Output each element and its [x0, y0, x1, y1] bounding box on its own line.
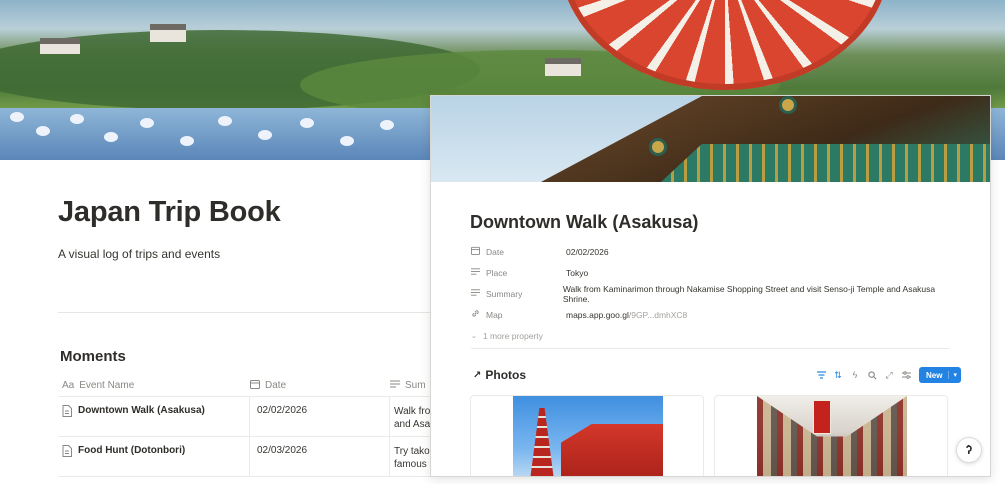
properties: Date 02/02/2026 Place Tokyo Summary Walk…	[471, 241, 951, 346]
property-map[interactable]: Map maps.app.goo.gl/9GP...dmhXC8	[471, 304, 951, 325]
table-row[interactable]: Downtown Walk (Asakusa) 02/02/2026 Walk …	[58, 397, 438, 437]
column-header-event-name[interactable]: Aa Event Name	[58, 380, 250, 391]
peek-cover	[431, 96, 990, 182]
calendar-icon	[471, 246, 480, 257]
photos-view-title[interactable]: ↗ Photos	[473, 368, 526, 382]
moments-table: Aa Event Name Date Sum Downtown Walk (As…	[58, 375, 438, 477]
help-button[interactable]: ʔ̂	[956, 437, 982, 463]
sort-icon[interactable]: ⇅	[832, 369, 844, 381]
text-lines-icon	[471, 288, 480, 299]
page-icon	[62, 445, 72, 476]
arrow-up-right-icon: ↗	[473, 369, 482, 381]
table-row[interactable]: Food Hunt (Dotonbori) 02/03/2026 Try tak…	[58, 437, 438, 477]
card-photo	[757, 396, 907, 476]
divider	[471, 348, 949, 349]
ai-assistant-icon: ʔ̂	[965, 443, 973, 457]
card-photo	[513, 396, 663, 476]
map-link[interactable]: maps.app.goo.gl	[566, 310, 629, 320]
settings-sliders-icon[interactable]	[900, 369, 912, 381]
page-icon	[62, 405, 72, 436]
row-name[interactable]: Food Hunt (Dotonbori)	[78, 445, 185, 476]
filter-icon[interactable]	[815, 369, 827, 381]
peek-title[interactable]: Downtown Walk (Asakusa)	[470, 212, 698, 233]
table-header: Aa Event Name Date Sum	[58, 375, 438, 397]
gallery-card[interactable]	[714, 395, 948, 476]
property-place[interactable]: Place Tokyo	[471, 262, 951, 283]
new-button[interactable]: New ▾	[919, 367, 961, 383]
gallery-card[interactable]	[470, 395, 704, 476]
chevron-down-icon: ⌄	[471, 332, 477, 340]
page-description: A visual log of trips and events	[58, 247, 221, 261]
page-title: Japan Trip Book	[58, 196, 281, 228]
property-summary[interactable]: Summary Walk from Kaminarimon through Na…	[471, 283, 951, 304]
property-date[interactable]: Date 02/02/2026	[471, 241, 951, 262]
text-lines-icon	[390, 379, 400, 392]
row-date: 02/02/2026	[250, 397, 390, 436]
search-icon[interactable]	[866, 369, 878, 381]
section-title: Moments	[60, 348, 126, 365]
row-date: 02/03/2026	[250, 437, 390, 476]
divider	[58, 312, 438, 313]
more-properties-toggle[interactable]: ⌄ 1 more property	[471, 325, 951, 346]
text-property-icon: Aa	[62, 380, 75, 391]
column-header-date[interactable]: Date	[250, 379, 390, 392]
chevron-down-icon[interactable]: ▾	[948, 371, 961, 379]
link-icon	[471, 309, 480, 320]
view-toolbar: ⇅ ϟ ⤢ New ▾	[815, 367, 961, 383]
expand-icon[interactable]: ⤢	[883, 369, 895, 381]
automation-bolt-icon[interactable]: ϟ	[849, 369, 861, 381]
page-peek: Downtown Walk (Asakusa) Date 02/02/2026 …	[430, 95, 991, 477]
calendar-icon	[250, 379, 260, 392]
row-name[interactable]: Downtown Walk (Asakusa)	[78, 405, 205, 436]
text-lines-icon	[471, 267, 480, 278]
